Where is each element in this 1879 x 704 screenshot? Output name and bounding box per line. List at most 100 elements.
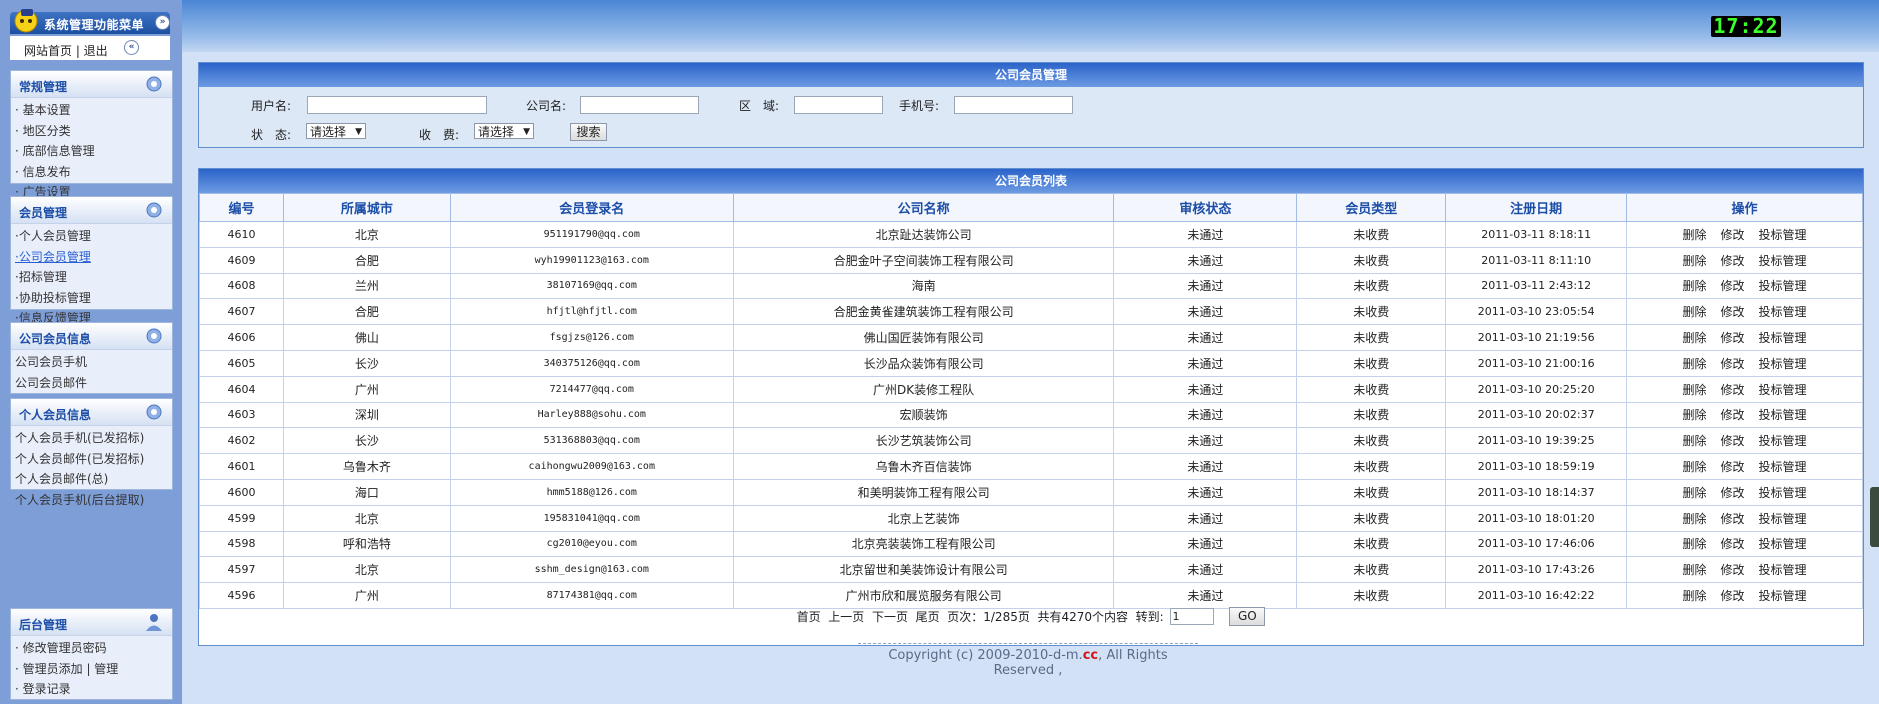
edit-link[interactable]: 修改 [1721,383,1745,397]
home-logout-links[interactable]: 网站首页 | 退出 [24,42,108,59]
bid-manage-link[interactable]: 投标管理 [1759,279,1807,293]
bid-manage-link[interactable]: 投标管理 [1759,486,1807,500]
bid-manage-link[interactable]: 投标管理 [1759,408,1807,422]
menu-item-personal-emails-all[interactable]: 个人会员邮件(总) [15,469,172,490]
delete-link[interactable]: 删除 [1683,254,1707,268]
bid-manage-link[interactable]: 投标管理 [1759,254,1807,268]
menu-item-personal-phones-bids[interactable]: 个人会员手机(已发招标) [15,428,172,449]
edit-link[interactable]: 修改 [1721,434,1745,448]
menu-item-assist-bids[interactable]: ·协助投标管理 [15,288,172,309]
delete-link[interactable]: 删除 [1683,331,1707,345]
edit-link[interactable]: 修改 [1721,254,1745,268]
delete-link[interactable]: 删除 [1683,434,1707,448]
pager-goto-input[interactable]: 1 [1169,608,1214,625]
hide-sidebar-icon[interactable]: « [124,40,139,55]
side-scroll-handle[interactable] [1870,487,1879,547]
delete-link[interactable]: 删除 [1683,305,1707,319]
gear-icon [146,202,162,218]
menu-item-footer-info[interactable]: · 底部信息管理 [15,141,172,162]
pager-first-link[interactable]: 首页 [797,608,821,625]
menu-item-company-phones[interactable]: 公司会员手机 [15,352,172,373]
menu-item-personal-members[interactable]: ·个人会员管理 [15,226,172,247]
phone-input[interactable] [954,96,1073,114]
bid-manage-link[interactable]: 投标管理 [1759,305,1807,319]
menu-item-personal-phones-extract[interactable]: 个人会员手机(后台提取) [15,490,172,511]
pager-go-button[interactable]: GO [1229,607,1266,626]
bid-manage-link[interactable]: 投标管理 [1759,537,1807,551]
cell-member-type: 未收费 [1296,401,1447,429]
username-input[interactable] [307,96,487,114]
company-label: 公司名: [526,99,567,113]
delete-link[interactable]: 删除 [1683,512,1707,526]
bid-manage-link[interactable]: 投标管理 [1759,589,1807,603]
cell-city: 兰州 [282,272,451,300]
bid-manage-link[interactable]: 投标管理 [1759,228,1807,242]
delete-link[interactable]: 删除 [1683,228,1707,242]
menu-item-admin-manage[interactable]: · 管理员添加 | 管理 [15,659,172,680]
pager-next-link[interactable]: 下一页 [872,608,908,625]
menu-item-personal-emails-bids[interactable]: 个人会员邮件(已发招标) [15,449,172,470]
menu-item-region-category[interactable]: · 地区分类 [15,121,172,142]
region-label: 区 域: [739,99,780,113]
cell-id: 4607 [199,298,284,326]
search-panel: 公司会员管理 用户名: 公司名: 区 域: 手机号: 状 态: 请选择 ▼ 收 … [198,62,1864,148]
edit-link[interactable]: 修改 [1721,228,1745,242]
menu-item-bids[interactable]: ·招标管理 [15,267,172,288]
bid-manage-link[interactable]: 投标管理 [1759,512,1807,526]
company-input[interactable] [580,96,699,114]
bid-manage-link[interactable]: 投标管理 [1759,357,1807,371]
delete-link[interactable]: 删除 [1683,486,1707,500]
edit-link[interactable]: 修改 [1721,589,1745,603]
edit-link[interactable]: 修改 [1721,460,1745,474]
menu-item-company-emails[interactable]: 公司会员邮件 [15,373,172,394]
search-button[interactable]: 搜索 [570,123,607,141]
edit-link[interactable]: 修改 [1721,512,1745,526]
delete-link[interactable]: 删除 [1683,383,1707,397]
edit-link[interactable]: 修改 [1721,331,1745,345]
edit-link[interactable]: 修改 [1721,537,1745,551]
logo-icon [14,9,38,33]
delete-link[interactable]: 删除 [1683,563,1707,577]
cell-id: 4609 [199,246,284,274]
bid-manage-link[interactable]: 投标管理 [1759,563,1807,577]
edit-link[interactable]: 修改 [1721,408,1745,422]
edit-link[interactable]: 修改 [1721,563,1745,577]
bid-manage-link[interactable]: 投标管理 [1759,383,1807,397]
edit-link[interactable]: 修改 [1721,305,1745,319]
cell-id: 4610 [199,221,284,248]
cell-reg-date: 2011-03-10 18:59:19 [1445,453,1628,480]
menu-section-members: 会员管理 ·个人会员管理 ·公司会员管理 ·招标管理 ·协助投标管理 ·信息反馈… [10,196,173,325]
cell-review-status: 未通过 [1113,556,1298,584]
table-row: 4610 北京 951191790@qq.com 北京趾达装饰公司 未通过 未收费 2011… [199,221,1863,248]
delete-link[interactable]: 删除 [1683,589,1707,603]
delete-link[interactable]: 删除 [1683,460,1707,474]
collapse-menu-icon[interactable]: » [155,15,170,30]
edit-link[interactable]: 修改 [1721,486,1745,500]
menu-item-login-log[interactable]: · 登录记录 [15,679,172,700]
bid-manage-link[interactable]: 投标管理 [1759,460,1807,474]
delete-link[interactable]: 删除 [1683,537,1707,551]
bid-manage-link[interactable]: 投标管理 [1759,434,1807,448]
pager-last-link[interactable]: 尾页 [916,608,940,625]
menu-item-company-members[interactable]: ·公司会员管理 [15,247,172,268]
bid-manage-link[interactable]: 投标管理 [1759,331,1807,345]
cell-login: sshm_design@163.com [449,556,734,584]
menu-item-publish-info[interactable]: · 信息发布 [15,162,172,183]
menu-item-change-password[interactable]: · 修改管理员密码 [15,638,172,659]
fee-select[interactable]: 请选择 ▼ [474,123,534,139]
delete-link[interactable]: 删除 [1683,279,1707,293]
table-row: 4598 呼和浩特 cg2010@eyou.com 北京亮装装饰工程有限公司 未通过 未收… [199,530,1863,558]
delete-link[interactable]: 删除 [1683,408,1707,422]
edit-link[interactable]: 修改 [1721,279,1745,293]
delete-link[interactable]: 删除 [1683,357,1707,371]
dropdown-arrow-icon: ▼ [523,127,530,137]
table-row: 4603 深圳 Harley888@sohu.com 宏顺装饰 未通过 未收费 2011-0… [199,401,1863,429]
cell-city: 北京 [282,504,451,532]
cell-city: 北京 [282,556,451,584]
cell-login: hmm5188@126.com [449,478,734,506]
status-select[interactable]: 请选择 ▼ [306,123,366,139]
region-input[interactable] [794,96,883,114]
pager-prev-link[interactable]: 上一页 [828,608,864,625]
edit-link[interactable]: 修改 [1721,357,1745,371]
menu-item-basic-settings[interactable]: · 基本设置 [15,100,172,121]
